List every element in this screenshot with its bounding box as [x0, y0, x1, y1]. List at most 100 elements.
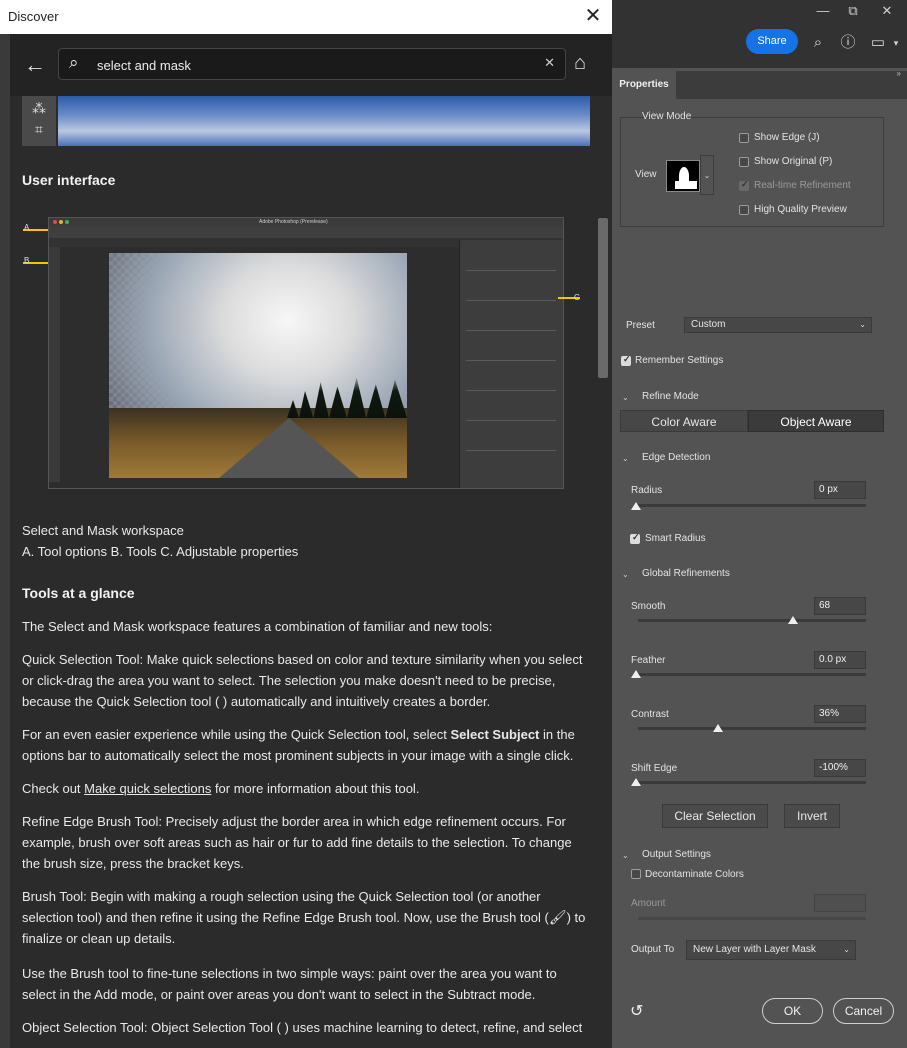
- clear-search-icon[interactable]: ✕: [544, 55, 555, 71]
- workspace-icon[interactable]: ▭: [868, 33, 888, 53]
- minimize-button[interactable]: —: [808, 0, 838, 22]
- discover-titlebar: Discover ✕: [0, 0, 612, 34]
- paragraph-quick-selection: Quick Selection Tool: Make quick selecti…: [22, 652, 583, 709]
- output-settings-chevron-icon[interactable]: ⌄: [622, 851, 629, 860]
- shift-edge-slider-track[interactable]: [638, 781, 866, 784]
- realtime-refinement-checkbox[interactable]: [739, 179, 749, 191]
- preset-value: Custom: [691, 319, 726, 330]
- radius-field[interactable]: 0 px: [814, 481, 866, 499]
- radius-slider-knob[interactable]: [631, 502, 641, 510]
- global-refinements-label: Global Refinements: [642, 568, 730, 579]
- screenshot-tools: [49, 247, 60, 482]
- paragraph-refine-edge: Refine Edge Brush Tool: Precisely adjust…: [22, 814, 572, 871]
- search-icon: ⌕: [69, 53, 79, 72]
- photoshop-titlebar: — ⧉ ✕: [612, 0, 907, 24]
- view-thumbnail[interactable]: [666, 160, 700, 192]
- content-scrollbar[interactable]: [596, 96, 612, 1048]
- window-close-button[interactable]: ✕: [872, 0, 902, 22]
- amount-slider-track[interactable]: [638, 917, 866, 920]
- share-button[interactable]: Share: [746, 29, 798, 54]
- panel-collapse-icon[interactable]: »: [897, 69, 901, 78]
- chevron-down-icon[interactable]: ▾: [890, 33, 902, 53]
- show-original-checkbox[interactable]: [739, 157, 749, 167]
- caption-parts: A. Tool options B. Tools C. Adjustable p…: [22, 544, 299, 559]
- screenshot-options-bar: [49, 227, 563, 238]
- realtime-refinement-label: Real-time Refinement: [754, 180, 851, 191]
- feather-field[interactable]: 0.0 px: [814, 651, 866, 669]
- clear-selection-button[interactable]: Clear Selection: [662, 804, 768, 828]
- help-icon[interactable]: ⓘ: [838, 33, 858, 53]
- decontaminate-colors-label: Decontaminate Colors: [645, 869, 744, 880]
- scrollbar-thumb[interactable]: [598, 218, 608, 378]
- chevron-down-icon: ⌄: [859, 320, 866, 329]
- reset-icon[interactable]: ↺: [630, 1001, 643, 1021]
- output-to-value: New Layer with Layer Mask: [693, 944, 816, 955]
- cancel-button[interactable]: Cancel: [833, 998, 894, 1024]
- remember-settings-checkbox[interactable]: [621, 354, 631, 366]
- feather-slider-track[interactable]: [638, 673, 866, 676]
- paragraph-object-selection: Object Selection Tool: Object Selection …: [22, 1020, 583, 1035]
- radius-slider-track[interactable]: [638, 504, 866, 507]
- left-strip: [0, 34, 10, 1048]
- close-icon[interactable]: ✕: [582, 5, 604, 27]
- show-original-label: Show Original (P): [754, 156, 833, 167]
- make-quick-selections-link[interactable]: Make quick selections: [84, 781, 211, 796]
- arrow-left-icon[interactable]: ←: [24, 52, 46, 78]
- view-dropdown-chevron-icon[interactable]: ⌄: [700, 155, 714, 195]
- tab-properties[interactable]: Properties: [612, 71, 676, 99]
- search-box[interactable]: ⌕ ✕: [58, 48, 566, 80]
- select-and-mask-screenshot: Adobe Photoshop (Prerelease): [48, 217, 564, 489]
- contrast-slider-track[interactable]: [638, 727, 866, 730]
- view-mode-label: View Mode: [642, 111, 692, 122]
- smooth-slider-knob[interactable]: [788, 616, 798, 624]
- contrast-slider-knob[interactable]: [713, 724, 723, 732]
- home-icon[interactable]: ⌂: [574, 52, 586, 75]
- shift-edge-slider-knob[interactable]: [631, 778, 641, 786]
- feather-slider-knob[interactable]: [631, 670, 641, 678]
- chevron-down-icon: ⌄: [843, 945, 850, 954]
- crop-icon: ⌗: [35, 121, 43, 137]
- shift-edge-label: Shift Edge: [631, 763, 678, 774]
- paragraph-check-out: Check out Make quick selections for more…: [22, 781, 420, 796]
- tools-strip-image: ⁂ ⌗: [22, 96, 56, 146]
- ok-button[interactable]: OK: [762, 998, 823, 1024]
- callout-c-label: C: [574, 293, 580, 302]
- discover-header: ← ⌕ ✕ ⌂: [10, 34, 612, 96]
- restore-button[interactable]: ⧉: [838, 0, 868, 22]
- object-aware-button[interactable]: Object Aware: [748, 410, 884, 432]
- smooth-field[interactable]: 68: [814, 597, 866, 615]
- show-edge-label: Show Edge (J): [754, 132, 820, 143]
- paragraph-intro: The Select and Mask workspace features a…: [22, 619, 493, 634]
- sky-image: [58, 96, 590, 146]
- amount-field[interactable]: [814, 894, 866, 912]
- output-to-select[interactable]: New Layer with Layer Mask ⌄: [686, 940, 856, 960]
- search-input[interactable]: [97, 56, 517, 74]
- show-edge-checkbox[interactable]: [739, 133, 749, 143]
- preset-select[interactable]: Custom ⌄: [684, 317, 872, 333]
- magic-wand-icon: ⁂: [32, 100, 46, 116]
- high-quality-preview-checkbox[interactable]: [739, 205, 749, 215]
- decontaminate-colors-checkbox[interactable]: [631, 869, 641, 879]
- smooth-slider-track[interactable]: [638, 619, 866, 622]
- output-settings-label: Output Settings: [642, 849, 711, 860]
- feather-label: Feather: [631, 655, 666, 666]
- invert-button[interactable]: Invert: [784, 804, 840, 828]
- paragraph-select-subject: For an even easier experience while usin…: [22, 727, 575, 763]
- global-refinements-chevron-icon[interactable]: ⌄: [622, 570, 629, 579]
- smart-radius-checkbox[interactable]: [630, 532, 640, 544]
- remember-settings-label: Remember Settings: [635, 355, 724, 366]
- search-icon[interactable]: ⌕: [808, 33, 828, 53]
- high-quality-preview-label: High Quality Preview: [754, 204, 847, 215]
- edge-detection-chevron-icon[interactable]: ⌄: [622, 454, 629, 463]
- refine-mode-chevron-icon[interactable]: ⌄: [622, 393, 629, 402]
- shift-edge-field[interactable]: -100%: [814, 759, 866, 777]
- paragraph-brush-fine-tune: Use the Brush tool to fine-tune selectio…: [22, 966, 557, 1002]
- brush-icon: 🖌: [548, 909, 567, 925]
- preset-label: Preset: [626, 320, 655, 331]
- screenshot-canvas: [109, 253, 407, 478]
- contrast-field[interactable]: 36%: [814, 705, 866, 723]
- heading-tools-at-a-glance: Tools at a glance: [22, 585, 135, 601]
- heading-user-interface: User interface: [22, 172, 116, 188]
- properties-tabbar: Properties »: [612, 69, 907, 99]
- color-aware-button[interactable]: Color Aware: [620, 410, 748, 432]
